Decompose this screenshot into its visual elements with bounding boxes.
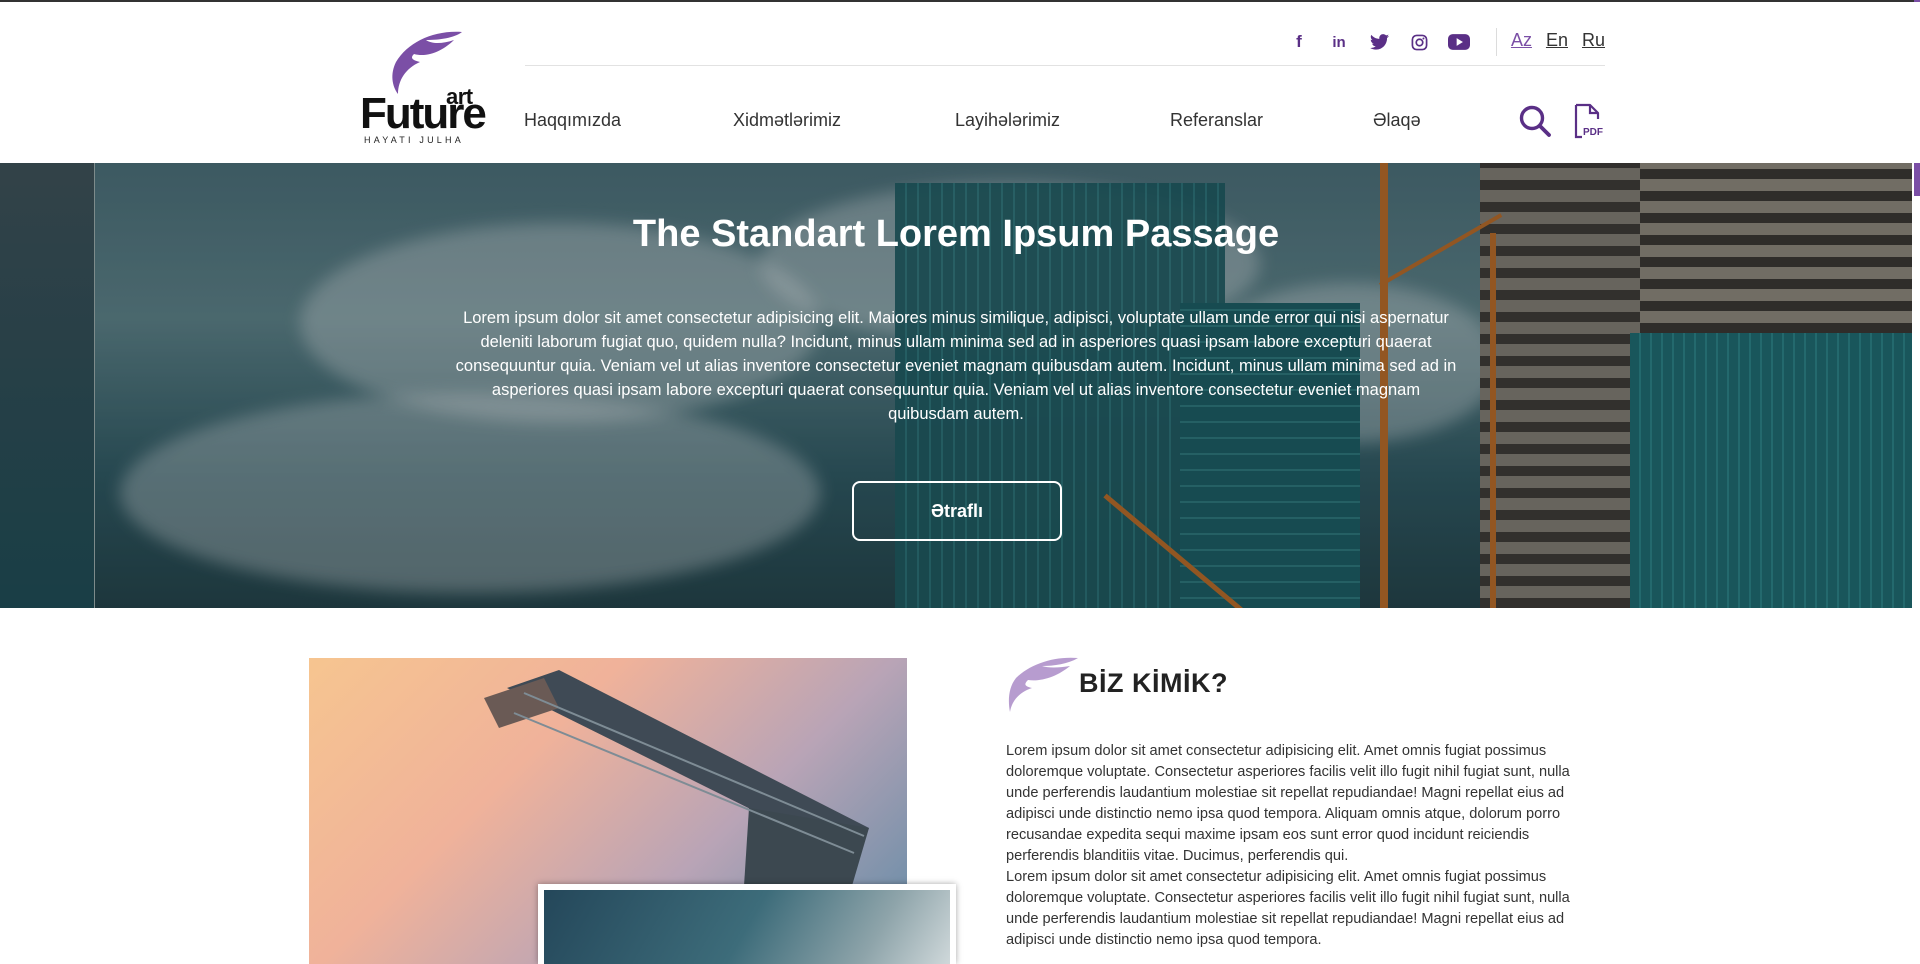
- header-divider: [1496, 28, 1497, 56]
- social-links: f in: [1279, 30, 1479, 54]
- nav-services[interactable]: Xidmətlərimiz: [733, 110, 955, 131]
- linkedin-icon[interactable]: in: [1319, 30, 1359, 54]
- hero-banner: The Standart Lorem Ipsum Passage Lorem i…: [0, 163, 1912, 608]
- youtube-icon[interactable]: [1439, 30, 1479, 54]
- feather-icon: [1008, 657, 1078, 712]
- pdf-label: PDF: [1583, 127, 1603, 138]
- instagram-icon[interactable]: [1399, 30, 1439, 54]
- about-title: BİZ KİMİK?: [1079, 668, 1228, 698]
- about-text: Lorem ipsum dolor sit amet consectetur a…: [1006, 741, 1604, 951]
- hero-text: Lorem ipsum dolor sit amet consectetur a…: [455, 309, 1457, 423]
- search-icon[interactable]: [1518, 104, 1552, 138]
- about-paragraph: Lorem ipsum dolor sit amet consectetur a…: [1006, 743, 1570, 864]
- lang-en[interactable]: En: [1546, 30, 1568, 51]
- facebook-icon[interactable]: f: [1279, 30, 1319, 54]
- nav-about[interactable]: Haqqımızda: [524, 110, 733, 131]
- pdf-download-icon[interactable]: PDF: [1572, 103, 1606, 139]
- hero-title: The Standart Lorem Ipsum Passage: [632, 213, 1280, 255]
- site-header: art Future HAYATI JULHA f in Az En Ru Ha…: [0, 2, 1920, 163]
- nav-projects[interactable]: Layihələrimiz: [955, 110, 1170, 131]
- logo[interactable]: art Future HAYATI JULHA: [354, 28, 487, 148]
- about-secondary-image-fill: [544, 890, 950, 964]
- nav-references[interactable]: Referanslar: [1170, 110, 1373, 131]
- logo-name: Future: [360, 89, 487, 138]
- lang-ru[interactable]: Ru: [1582, 30, 1605, 51]
- about-secondary-image: [538, 884, 956, 964]
- lang-az[interactable]: Az: [1511, 30, 1532, 51]
- about-paragraph: Lorem ipsum dolor sit amet consectetur a…: [1006, 869, 1570, 948]
- twitter-icon[interactable]: [1359, 30, 1399, 54]
- main-nav: Haqqımızda Xidmətlərimiz Layihələrimiz R…: [524, 110, 1523, 131]
- nav-contact[interactable]: Əlaqə: [1373, 110, 1523, 131]
- language-switcher: Az En Ru: [1511, 30, 1605, 51]
- header-top-row: f in Az En Ru: [525, 20, 1605, 66]
- logo-subtitle: HAYATI JULHA: [364, 135, 464, 145]
- details-button[interactable]: Ətraflı: [852, 481, 1062, 541]
